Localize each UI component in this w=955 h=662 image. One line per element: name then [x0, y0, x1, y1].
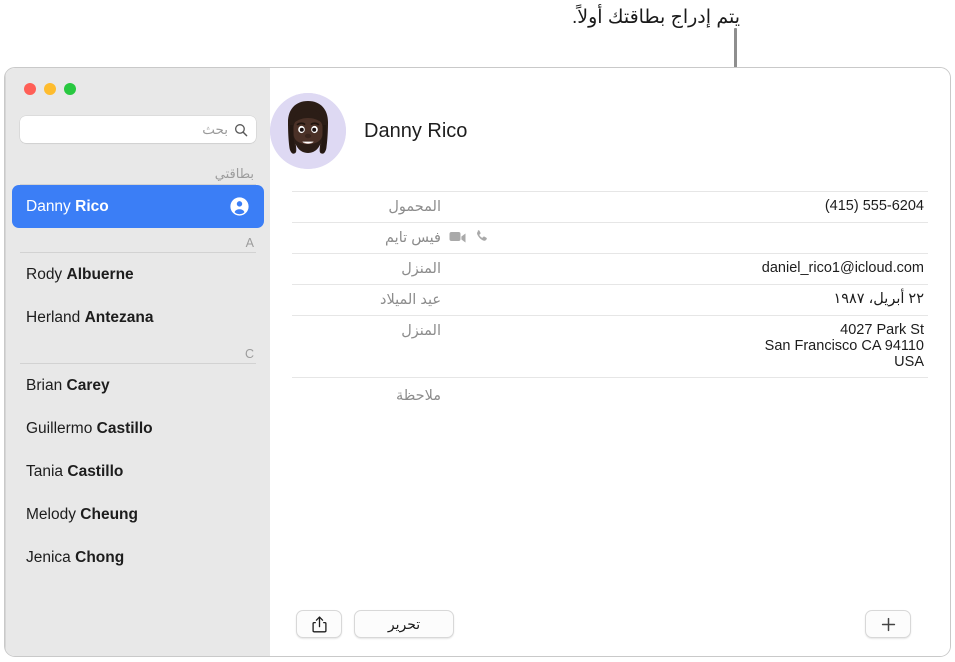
window-zoom-button[interactable]: [64, 83, 76, 95]
field-label: المنزل: [401, 323, 441, 339]
contact-detail-pane: Danny Rico المحمول (415) 555-6204 فيس تا…: [270, 68, 950, 656]
field-value-birthday[interactable]: ٢٢ أبريل، ١٩٨٧: [441, 291, 924, 307]
contact-row-rody-albuerne[interactable]: Rody Albuerne: [12, 253, 264, 296]
window-minimize-button[interactable]: [44, 83, 56, 95]
address-line-city: San Francisco CA 94110: [764, 338, 924, 354]
detail-bottom-toolbar: تحرير: [270, 594, 950, 656]
contact-name: Danny Rico: [26, 197, 109, 215]
field-label: عيد الميلاد: [380, 292, 441, 308]
contact-row-danny-rico[interactable]: Danny Rico: [12, 185, 264, 228]
sidebar: بطاقتي Danny Rico A Rody Albuerne: [5, 68, 270, 656]
group-header-c: C: [6, 339, 270, 364]
memoji-illustration: [270, 93, 346, 169]
contact-row-herland-antezana[interactable]: Herland Antezana: [12, 296, 264, 339]
group-header-my-card: بطاقتي: [6, 158, 270, 185]
address-line-street: 4027 Park St: [840, 322, 924, 338]
phone-handset-icon[interactable]: [475, 229, 489, 243]
field-row-email[interactable]: المنزل daniel_rico1@icloud.com: [292, 254, 928, 285]
edit-button[interactable]: تحرير: [354, 610, 454, 638]
avatar[interactable]: [270, 93, 346, 169]
field-value-phone[interactable]: (415) 555-6204: [441, 198, 924, 214]
screenshot-root: يتم إدراج بطاقتك أولاً. بطاقتي: [0, 0, 955, 662]
contact-name: Guillermo Castillo: [26, 419, 153, 437]
search-icon: [235, 123, 248, 136]
contact-name: Jenica Chong: [26, 548, 125, 566]
facetime-actions: [441, 229, 924, 243]
group-header-a: A: [6, 228, 270, 253]
contact-name: Brian Carey: [26, 376, 110, 394]
contacts-window: بطاقتي Danny Rico A Rody Albuerne: [4, 67, 951, 657]
contact-row-guillermo-castillo[interactable]: Guillermo Castillo: [12, 407, 264, 450]
window-traffic-lights: [24, 83, 76, 95]
contact-display-name: Danny Rico: [364, 119, 468, 142]
field-row-mobile[interactable]: المحمول (415) 555-6204: [292, 191, 928, 223]
field-row-address[interactable]: المنزل 4027 Park St San Francisco CA 941…: [292, 316, 928, 378]
video-camera-icon[interactable]: [449, 230, 466, 243]
add-contact-button[interactable]: [865, 610, 911, 638]
search-field[interactable]: [20, 116, 256, 143]
person-circle-icon: [230, 197, 249, 216]
plus-icon: [881, 617, 895, 631]
contact-name: Herland Antezana: [26, 308, 154, 326]
field-row-facetime[interactable]: فيس تايم: [292, 223, 928, 254]
contact-name: Tania Castillo: [26, 462, 124, 480]
share-icon: [311, 615, 327, 632]
contact-row-jenica-chong[interactable]: Jenica Chong: [12, 536, 264, 579]
contact-card-header: Danny Rico: [270, 68, 950, 169]
window-close-button[interactable]: [24, 83, 36, 95]
contact-row-brian-carey[interactable]: Brian Carey: [12, 364, 264, 407]
field-row-birthday[interactable]: عيد الميلاد ٢٢ أبريل، ١٩٨٧: [292, 285, 928, 316]
field-label: فيس تايم: [385, 230, 441, 246]
contact-name: Melody Cheung: [26, 505, 138, 523]
address-line-country: USA: [894, 354, 924, 370]
share-button[interactable]: [296, 610, 342, 638]
field-label: المنزل: [401, 261, 441, 277]
contact-fields: المحمول (415) 555-6204 فيس تايم المنزل d…: [270, 191, 950, 411]
field-value-email[interactable]: daniel_rico1@icloud.com: [441, 260, 924, 276]
contact-row-melody-cheung[interactable]: Melody Cheung: [12, 493, 264, 536]
field-value-address[interactable]: 4027 Park St San Francisco CA 94110 USA: [441, 322, 924, 370]
field-label-note: ملاحظة: [395, 388, 441, 404]
callout-text: يتم إدراج بطاقتك أولاً.: [571, 7, 740, 28]
contacts-list[interactable]: بطاقتي Danny Rico A Rody Albuerne Herlan…: [6, 158, 270, 656]
contact-name: Rody Albuerne: [26, 265, 134, 283]
field-row-note[interactable]: ملاحظة: [292, 378, 928, 411]
field-label: المحمول: [388, 199, 441, 215]
search-input[interactable]: [28, 116, 228, 143]
contact-row-tania-castillo[interactable]: Tania Castillo: [12, 450, 264, 493]
